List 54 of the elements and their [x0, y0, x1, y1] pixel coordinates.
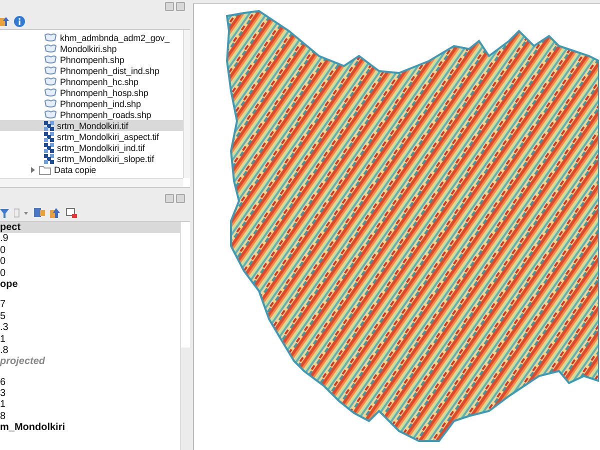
layer-item[interactable]: 0: [0, 244, 182, 256]
scrollbar[interactable]: [180, 222, 190, 450]
raster-layer-icon: [44, 142, 54, 152]
expand-all-icon[interactable]: [34, 208, 45, 218]
layer-item[interactable]: 7: [0, 299, 182, 311]
layer-item[interactable]: 5: [0, 310, 182, 322]
scrollbar[interactable]: [0, 178, 183, 187]
filter-icon[interactable]: [0, 208, 9, 218]
raster-layer-icon: [44, 154, 54, 164]
layer-item[interactable]: .9: [0, 233, 182, 245]
polygon-layer-icon: [44, 110, 57, 119]
file-item[interactable]: srtm_Mondolkiri.tif: [0, 120, 183, 131]
expression-dropdown-icon[interactable]: [14, 208, 29, 218]
layer-item[interactable]: 1: [0, 334, 182, 345]
layer-item[interactable]: projected: [0, 356, 182, 368]
file-item[interactable]: khm_admbnda_adm2_gov_: [0, 32, 183, 43]
layer-item[interactable]: 0: [0, 256, 182, 268]
polygon-layer-icon: [44, 44, 57, 53]
raster-layer-icon: [44, 120, 54, 130]
raster-layer-icon: [44, 132, 54, 142]
layer-stack-icon[interactable]: [0, 16, 9, 26]
file-item[interactable]: Mondolkiri.shp: [0, 43, 183, 54]
file-item[interactable]: Phnompenh.shp: [0, 54, 183, 65]
polygon-layer-icon: [44, 88, 57, 97]
file-item[interactable]: srtm_Mondolkiri_slope.tif: [0, 153, 183, 164]
polygon-layer-icon: [44, 33, 57, 42]
layer-item[interactable]: pect: [0, 222, 182, 234]
remove-layer-icon[interactable]: [66, 208, 77, 218]
layer-item[interactable]: ope: [0, 278, 182, 290]
file-item[interactable]: Phnompenh_hosp.shp: [0, 87, 183, 98]
layer-item[interactable]: 0: [0, 268, 182, 279]
file-item[interactable]: srtm_Mondolkiri_ind.tif: [0, 142, 183, 153]
file-item[interactable]: Phnompenh_hc.shp: [0, 76, 183, 87]
polygon-layer-icon: [44, 77, 57, 86]
layer-item[interactable]: 8: [0, 410, 182, 422]
layer-item[interactable]: 1: [0, 399, 182, 411]
layer-item[interactable]: 3: [0, 388, 182, 400]
file-item[interactable]: Phnompenh_dist_ind.shp: [0, 65, 183, 76]
polygon-layer-icon: [44, 55, 57, 64]
layer-item[interactable]: .3: [0, 322, 182, 334]
file-item[interactable]: srtm_Mondolkiri_aspect.tif: [0, 131, 183, 142]
layer-item[interactable]: m_Mondolkiri: [0, 422, 182, 434]
scrollbar[interactable]: [183, 30, 190, 178]
polygon-layer-icon: [44, 66, 57, 75]
file-item[interactable]: Phnompenh_roads.shp: [0, 109, 183, 120]
expand-arrow-icon[interactable]: [30, 166, 36, 172]
layer-item[interactable]: .8: [0, 344, 182, 356]
folder-icon: [39, 164, 51, 174]
polygon-layer-icon: [44, 99, 57, 108]
info-icon[interactable]: [14, 16, 25, 26]
layer-item[interactable]: 6: [0, 376, 182, 388]
file-item[interactable]: Data copie: [0, 164, 183, 175]
file-item[interactable]: Phnompenh_ind.shp: [0, 98, 183, 109]
collapse-all-icon[interactable]: [50, 208, 61, 218]
